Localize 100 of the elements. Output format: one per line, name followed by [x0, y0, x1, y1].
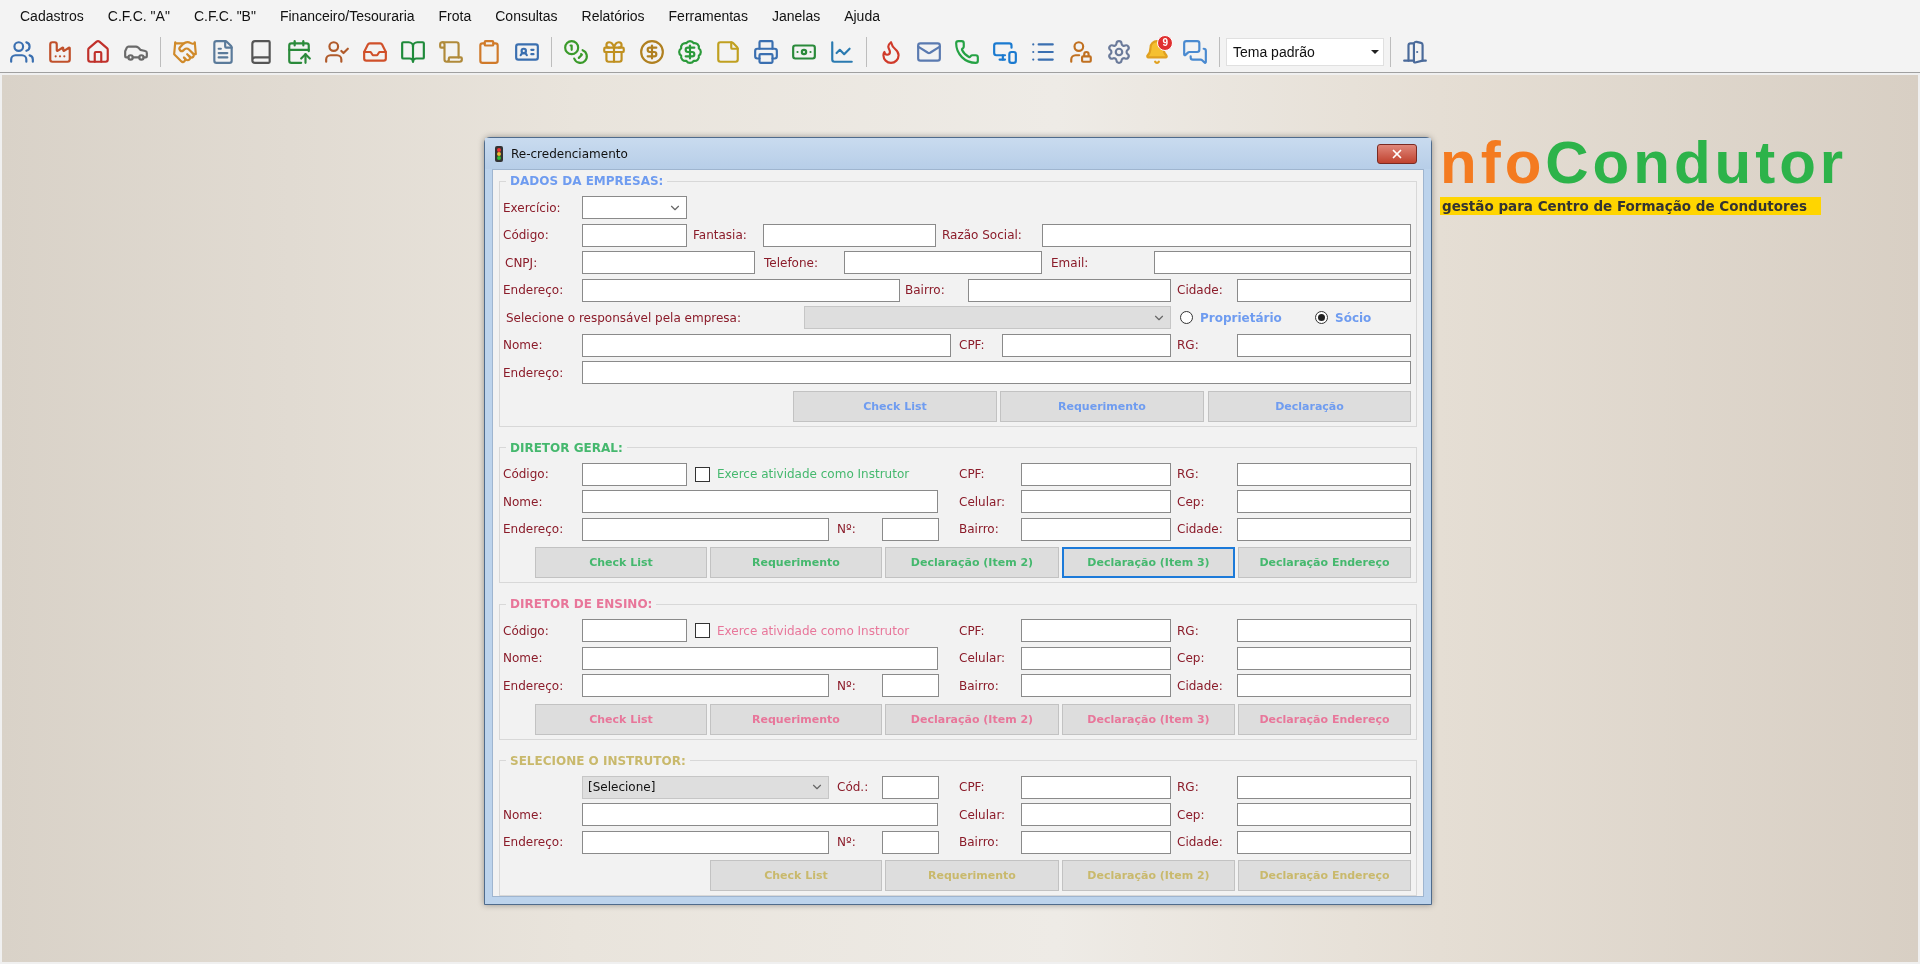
action-button[interactable]: Requerimento: [710, 703, 882, 735]
text-field[interactable]: [1237, 278, 1411, 302]
dropdown[interactable]: [582, 196, 687, 220]
text-field[interactable]: [582, 333, 951, 357]
text-field[interactable]: [582, 223, 687, 247]
menu-item[interactable]: Ajuda: [832, 5, 892, 27]
field-label: Email:: [1051, 255, 1089, 270]
field-label: Endereço:: [503, 365, 564, 380]
text-field[interactable]: [1237, 775, 1411, 799]
radio-option[interactable]: Proprietário: [1180, 310, 1282, 325]
menu-item[interactable]: Janelas: [759, 5, 833, 27]
menu-item[interactable]: Cadastros: [8, 5, 96, 27]
checkbox-box[interactable]: [695, 466, 710, 482]
action-button[interactable]: Declaração (Item 2): [885, 547, 1059, 578]
radio-circle[interactable]: [1180, 311, 1193, 325]
text-field[interactable]: [1237, 619, 1411, 643]
text-field[interactable]: [1237, 646, 1411, 670]
field-label: Celular:: [959, 651, 1006, 666]
field-label: CPF:: [959, 338, 985, 353]
notification-badge: 9: [1157, 35, 1173, 51]
action-button[interactable]: Check List: [535, 703, 707, 735]
field-label: RG:: [1177, 467, 1199, 482]
action-button[interactable]: Declaração Endereço: [1238, 703, 1411, 735]
action-button[interactable]: Requerimento: [885, 860, 1059, 891]
section-title: DIRETOR GERAL:: [509, 440, 624, 455]
action-button[interactable]: Requerimento: [710, 547, 882, 578]
text-field[interactable]: [882, 674, 939, 698]
text-field[interactable]: [1237, 674, 1411, 698]
action-button[interactable]: Declaração: [1208, 390, 1411, 422]
field-label: Celular:: [959, 494, 1006, 509]
text-field[interactable]: [1021, 490, 1171, 514]
text-field[interactable]: [968, 278, 1171, 302]
radio-option[interactable]: Sócio: [1315, 310, 1372, 325]
action-button[interactable]: Declaração (Item 2): [1062, 860, 1235, 891]
section-title: DADOS DA EMPRESAS:: [509, 174, 665, 188]
text-field[interactable]: [1237, 803, 1411, 827]
text-field[interactable]: [1021, 517, 1171, 541]
field-label: Cidade:: [1177, 835, 1223, 850]
checkbox-box[interactable]: [695, 623, 710, 639]
action-button[interactable]: Requerimento: [1000, 390, 1204, 422]
text-field[interactable]: [1021, 619, 1171, 643]
text-field[interactable]: [1021, 646, 1171, 670]
text-field[interactable]: [1021, 462, 1171, 486]
text-field[interactable]: [582, 462, 687, 486]
action-button[interactable]: Declaração (Item 3): [1062, 703, 1235, 735]
text-field[interactable]: [1237, 517, 1411, 541]
action-button[interactable]: Check List: [710, 860, 882, 891]
field-label: Telefone:: [764, 255, 818, 270]
text-field[interactable]: [844, 251, 1042, 275]
theme-dropdown[interactable]: Tema padrão: [1226, 38, 1384, 66]
text-field[interactable]: [582, 517, 829, 541]
text-field[interactable]: [1237, 333, 1411, 357]
text-field[interactable]: [1154, 251, 1411, 275]
text-field[interactable]: [582, 251, 755, 275]
text-field[interactable]: [582, 361, 1411, 385]
menu-item[interactable]: C.F.C. "B": [181, 5, 268, 27]
field-label: Nº:: [837, 835, 856, 850]
text-field[interactable]: [1021, 803, 1171, 827]
text-field[interactable]: [582, 490, 938, 514]
text-field[interactable]: [1237, 830, 1411, 854]
menu-item[interactable]: C.F.C. "A": [95, 5, 182, 27]
text-field[interactable]: [882, 517, 939, 541]
text-field[interactable]: [582, 830, 829, 854]
field-label: Endereço:: [503, 522, 564, 537]
text-field[interactable]: [763, 223, 936, 247]
section-title: SELECIONE O INSTRUTOR:: [509, 753, 687, 768]
menu-item[interactable]: Relatórios: [569, 5, 657, 27]
text-field[interactable]: [582, 803, 938, 827]
menu-item[interactable]: Financeiro/Tesouraria: [267, 5, 427, 27]
traffic-light-icon: [495, 145, 503, 162]
text-field[interactable]: [1021, 674, 1171, 698]
action-button[interactable]: Check List: [793, 390, 997, 422]
text-field[interactable]: [582, 674, 829, 698]
close-button[interactable]: [1377, 143, 1417, 164]
action-button[interactable]: Check List: [535, 547, 707, 578]
field-label: Fantasia:: [693, 228, 747, 243]
text-field[interactable]: [1042, 223, 1411, 247]
text-field[interactable]: [1237, 490, 1411, 514]
action-button[interactable]: Declaração (Item 3): [1062, 547, 1235, 578]
action-button[interactable]: Declaração Endereço: [1238, 860, 1411, 891]
radio-circle[interactable]: [1315, 311, 1328, 325]
field-label: Nome:: [503, 807, 543, 822]
text-field[interactable]: [1237, 462, 1411, 486]
text-field[interactable]: [882, 775, 939, 799]
menu-item[interactable]: Consultas: [483, 5, 570, 27]
checkbox[interactable]: Exerce atividade como Instrutor: [695, 466, 910, 482]
text-field[interactable]: [1021, 830, 1171, 854]
menu-item[interactable]: Frota: [426, 5, 484, 27]
text-field[interactable]: [582, 646, 938, 670]
text-field[interactable]: [1002, 333, 1171, 357]
action-button[interactable]: Declaração Endereço: [1238, 547, 1411, 578]
menu-item[interactable]: Ferramentas: [656, 5, 760, 27]
text-field[interactable]: [1021, 775, 1171, 799]
text-field[interactable]: [582, 619, 687, 643]
section-title: DIRETOR DE ENSINO:: [509, 597, 654, 611]
field-label: RG:: [1177, 338, 1199, 353]
checkbox[interactable]: Exerce atividade como Instrutor: [695, 623, 910, 639]
text-field[interactable]: [582, 278, 900, 302]
action-button[interactable]: Declaração (Item 2): [885, 703, 1059, 735]
text-field[interactable]: [882, 830, 939, 854]
